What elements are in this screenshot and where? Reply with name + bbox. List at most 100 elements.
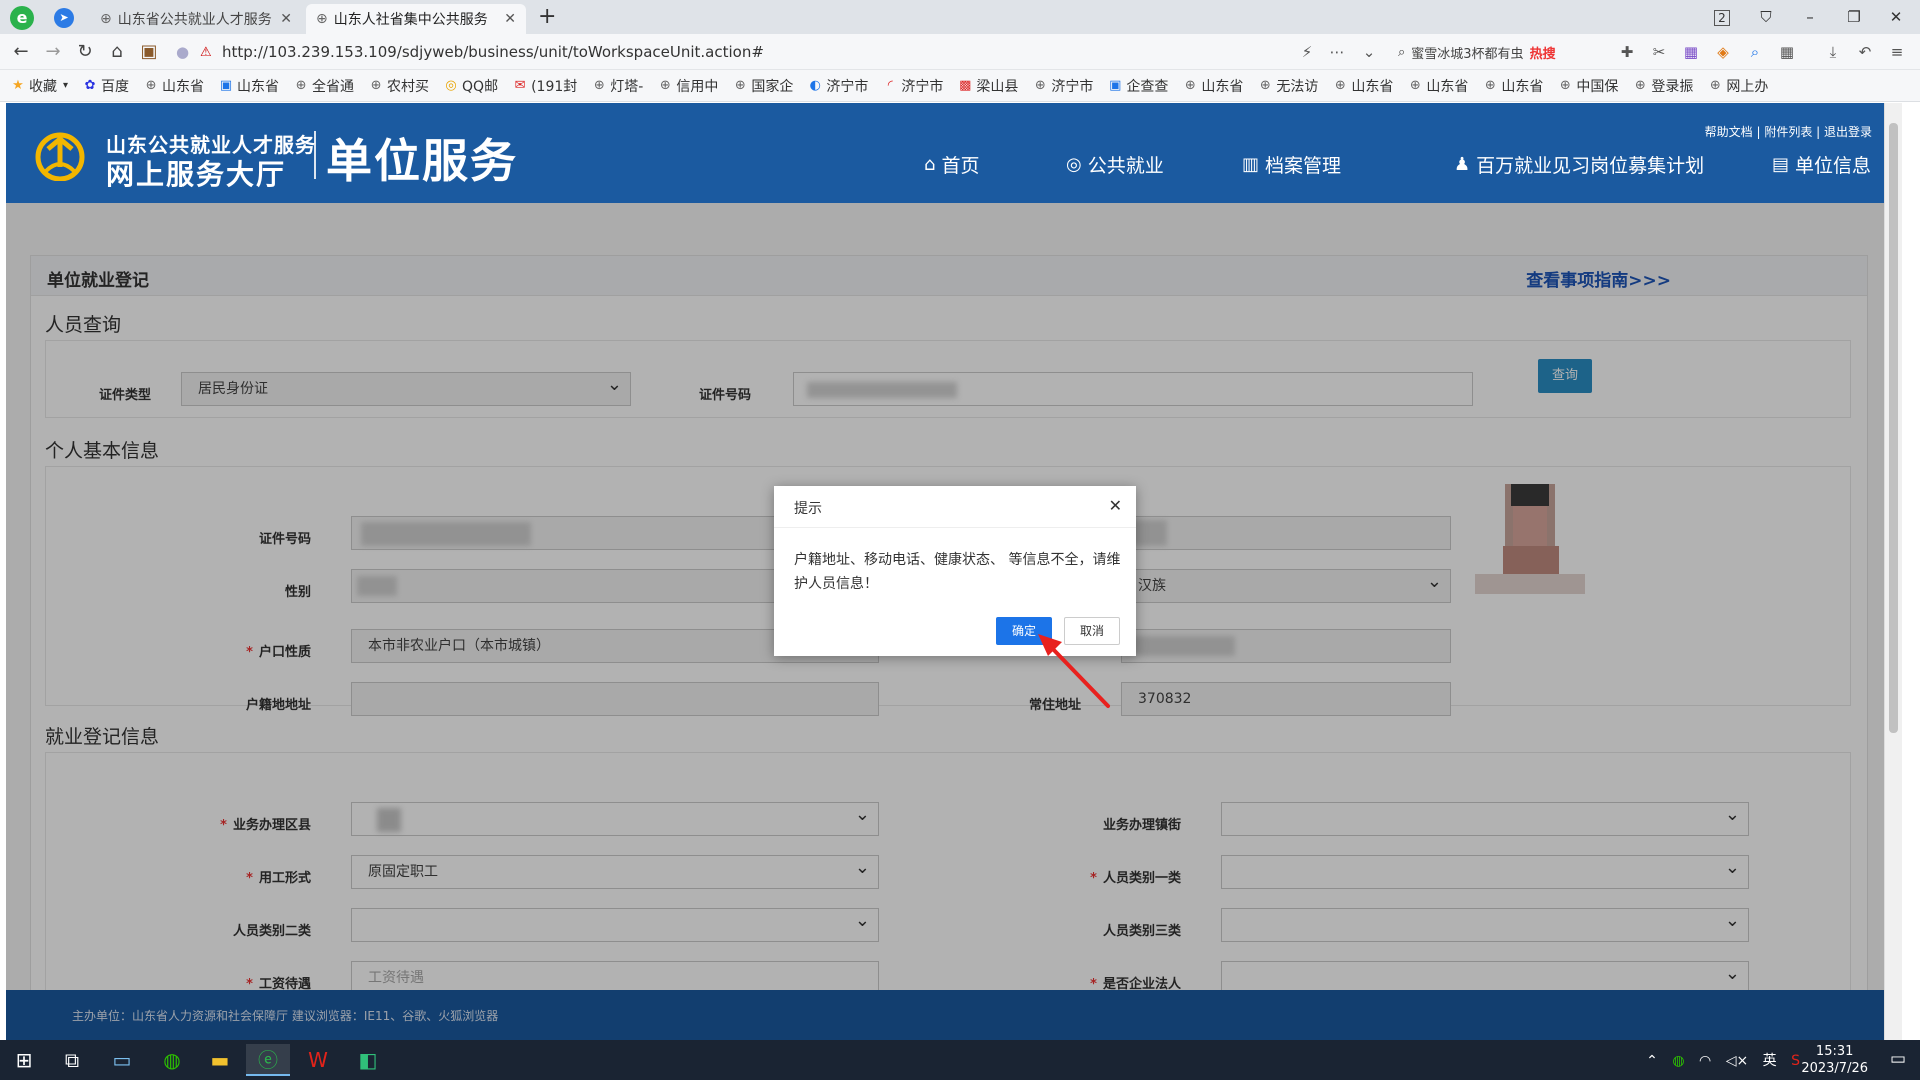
globe-icon: ⊕ — [1409, 77, 1421, 93]
app-icon[interactable]: ◧ — [346, 1044, 390, 1076]
more-icon[interactable]: ⋯ — [1326, 41, 1348, 63]
system-tray[interactable]: ⌃ ◍ ◠ ◁× 英 S — [1646, 1050, 1800, 1070]
bookmark-item[interactable]: ◜ 济宁市 — [882, 76, 944, 96]
search-field[interactable]: ⌕ 蜜雪冰城3杯都有虫 热搜 — [1398, 38, 1588, 66]
scissors-icon[interactable]: ✂ — [1648, 41, 1670, 63]
bookmark-item[interactable]: ⊕ 国家企 — [732, 76, 793, 96]
bookmark-item[interactable]: ▩ 梁山县 — [957, 76, 1018, 96]
tab-close-icon[interactable]: ✕ — [504, 11, 516, 27]
bookmark-item[interactable]: ✉ (191封 — [512, 76, 578, 96]
bookmark-item[interactable]: ⊕ 灯塔- — [591, 76, 644, 96]
bookmark-item[interactable]: ⊕ 信用中 — [657, 76, 718, 96]
bookmark-item[interactable]: ⊕ 全省通 — [293, 76, 354, 96]
chevron-down-icon: ▾ — [63, 80, 69, 91]
new-tab-icon[interactable]: + — [538, 4, 556, 29]
tab-1[interactable]: ⊕ 山东省公共就业人才服务 ✕ — [90, 4, 302, 34]
globe-icon: ⊕ — [370, 77, 382, 93]
bookmark-label: 山东省 — [237, 78, 280, 95]
wps-icon[interactable]: W — [296, 1044, 340, 1076]
restore-icon[interactable]: ❐ — [1834, 5, 1874, 29]
browser-logo-icon[interactable]: e — [10, 6, 34, 30]
bookmark-item[interactable]: ⊕ 济宁市 — [1032, 76, 1093, 96]
url-field[interactable]: ● ⚠ http://103.239.153.109/sdjyweb/busin… — [176, 38, 1386, 66]
bookmark-item[interactable]: ⊕ 网上办 — [1707, 76, 1768, 96]
wechat-icon[interactable]: ◍ — [150, 1044, 194, 1076]
briefcase-icon[interactable]: ▣ — [136, 40, 162, 64]
extension-icon[interactable]: ✚ — [1616, 41, 1638, 63]
bookmark-item[interactable]: ⊕ 山东省 — [143, 76, 204, 96]
globe-icon: ⊕ — [1559, 77, 1571, 93]
nav-public-employment[interactable]: ◎ 公共就业 — [1066, 151, 1164, 178]
bookmark-label: 济宁市 — [901, 78, 944, 95]
lightning-icon[interactable]: ⚡ — [1296, 41, 1318, 63]
nav-archives[interactable]: ▥ 档案管理 — [1242, 151, 1341, 178]
clock-time: 15:31 — [1815, 1044, 1854, 1059]
bookmark-item[interactable]: ⊕ 无法访 — [1257, 76, 1318, 96]
bookmark-item[interactable]: ⊕ 中国保 — [1557, 76, 1618, 96]
windows-start-icon[interactable]: ⊞ — [2, 1044, 46, 1076]
task-view-icon[interactable]: ⧉ — [50, 1044, 94, 1076]
translate-icon[interactable]: ▦ — [1680, 41, 1702, 63]
apps-icon[interactable]: ▦ — [1776, 41, 1798, 63]
qichacha-icon: ▣ — [1109, 77, 1122, 93]
globe-icon: ⊕ — [1634, 77, 1646, 93]
insecure-lock-icon[interactable]: ⚠ — [200, 45, 222, 60]
reload-icon[interactable]: ↻ — [72, 40, 98, 64]
tab-2[interactable]: ⊕ 山东人社省集中公共服务 ✕ — [306, 4, 526, 34]
back-icon[interactable]: ← — [8, 40, 34, 64]
globe-icon: ⊕ — [1184, 77, 1196, 93]
bookmark-item[interactable]: ▣ 企查查 — [1107, 76, 1168, 96]
close-icon[interactable]: ✕ — [1109, 496, 1122, 515]
archive-icon: ▥ — [1242, 154, 1260, 175]
bookmark-item[interactable]: ⊕ 登录振 — [1632, 76, 1693, 96]
menu-icon[interactable]: ≡ — [1886, 41, 1908, 63]
magnifier-icon[interactable]: ⌕ — [1744, 41, 1766, 63]
bookmark-item[interactable]: ◐ 济宁市 — [807, 76, 869, 96]
notification-icon[interactable]: ▭ — [1890, 1049, 1906, 1069]
bookmark-item[interactable]: ✿ 百度 — [82, 76, 129, 96]
site-icon: ◐ — [809, 77, 821, 93]
dropdown-icon[interactable]: ⌄ — [1358, 41, 1380, 63]
bookmark-item[interactable]: ⊕ 山东省 — [1332, 76, 1393, 96]
nav-label: 百万就业见习岗位募集计划 — [1476, 155, 1705, 177]
home-icon[interactable]: ⌂ — [104, 40, 130, 64]
bookmark-label: (191封 — [531, 78, 578, 95]
bookmark-item[interactable]: ▣ 山东省 — [218, 76, 279, 96]
bookmark-label: QQ邮 — [462, 78, 499, 95]
clock[interactable]: 15:31 2023/7/26 — [1801, 1043, 1868, 1077]
nav-unit-info[interactable]: ▤ 单位信息 — [1772, 151, 1871, 178]
hot-search-badge[interactable]: 热搜 — [1530, 43, 1556, 62]
close-window-icon[interactable]: ✕ — [1876, 5, 1916, 29]
bookmark-item[interactable]: ⊕ 农村买 — [368, 76, 429, 96]
url-text: http://103.239.153.109/sdjyweb/business/… — [222, 43, 764, 61]
nav-home[interactable]: ⌂ 首页 — [924, 151, 979, 178]
minimize-icon[interactable]: – — [1790, 5, 1830, 29]
forward-icon[interactable]: → — [40, 40, 66, 64]
globe-icon: ⊕ — [593, 77, 605, 93]
game-icon[interactable]: ◈ — [1712, 41, 1734, 63]
bookmark-label: 网上办 — [1726, 78, 1769, 95]
top-links[interactable]: 帮助文档 | 附件列表 | 退出登录 — [1705, 123, 1872, 140]
send-icon[interactable]: ➤ — [54, 8, 74, 28]
bookmark-item[interactable]: ⊕ 山东省 — [1182, 76, 1243, 96]
bookmark-item[interactable]: ◎ QQ邮 — [443, 76, 498, 96]
bookmark-label: 农村买 — [387, 78, 430, 95]
skin-icon[interactable]: ⛉ — [1746, 5, 1786, 29]
file-explorer-icon[interactable]: ▬ — [198, 1044, 242, 1076]
tab-close-icon[interactable]: ✕ — [280, 11, 292, 27]
scroll-thumb[interactable] — [1889, 123, 1898, 733]
page-scrollbar[interactable] — [1884, 103, 1902, 1040]
bookmark-item[interactable]: ⊕ 山东省 — [1482, 76, 1543, 96]
browser-taskbar-icon[interactable]: ⓔ — [246, 1044, 290, 1076]
download-icon[interactable]: ⤓ — [1822, 41, 1844, 63]
window-counter[interactable]: 2 — [1702, 5, 1742, 29]
bookmark-favorites[interactable]: ★ 收藏 ▾ — [10, 76, 68, 96]
undo-icon[interactable]: ↶ — [1854, 41, 1876, 63]
home-icon: ⌂ — [924, 154, 936, 175]
nav-label: 公共就业 — [1087, 155, 1164, 177]
bookmark-item[interactable]: ⊕ 山东省 — [1407, 76, 1468, 96]
nav-internship-plan[interactable]: ♟ 百万就业见习岗位募集计划 — [1454, 151, 1704, 178]
nav-label: 首页 — [941, 155, 980, 177]
computer-icon[interactable]: ▭ — [100, 1044, 144, 1076]
bookmark-label: 山东省 — [1501, 78, 1544, 95]
